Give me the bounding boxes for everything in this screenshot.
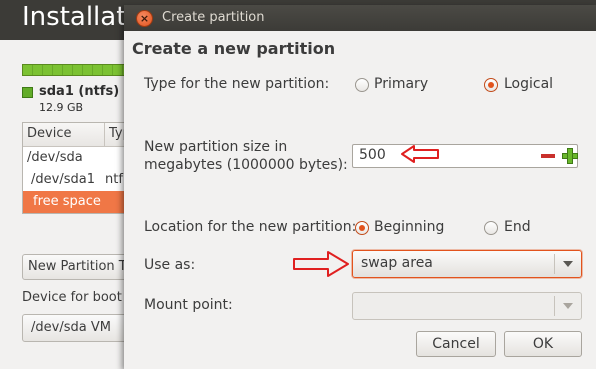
table-row[interactable]: /dev/sda: [23, 147, 131, 169]
disk-usage-bar: [22, 64, 132, 76]
dialog-title: Create partition: [162, 10, 265, 25]
row-device: /dev/sda1: [31, 172, 95, 187]
partition-table: Device Typ /dev/sda /dev/sda1 ntf free s…: [22, 122, 132, 214]
decrease-size-button[interactable]: [538, 146, 558, 166]
radio-primary[interactable]: [355, 78, 369, 92]
close-icon[interactable]: ×: [136, 10, 153, 27]
increase-size-button[interactable]: [560, 146, 580, 166]
partition-size-label-line2: megabytes (1000000 bytes):: [144, 157, 348, 173]
use-as-label: Use as:: [144, 257, 196, 273]
row-device: /dev/sda: [27, 150, 83, 165]
cancel-button[interactable]: Cancel: [416, 331, 496, 357]
dialog-titlebar: × Create partition: [124, 5, 596, 31]
radio-primary-label[interactable]: Primary: [374, 76, 428, 92]
ok-button[interactable]: OK: [504, 331, 582, 357]
dialog-heading: Create a new partition: [132, 39, 336, 58]
chevron-down-icon: [563, 303, 573, 309]
table-row-selected[interactable]: free space: [23, 191, 131, 213]
radio-beginning[interactable]: [355, 221, 369, 235]
partition-color-swatch: [22, 87, 33, 98]
partition-size: 12.9 GB: [39, 101, 84, 114]
partition-size-value: 500: [359, 147, 386, 163]
annotation-arrow-right-icon: [293, 251, 349, 277]
radio-end[interactable]: [484, 221, 498, 235]
mount-point-label: Mount point:: [144, 297, 233, 313]
combo-separator: [554, 254, 555, 274]
use-as-value: swap area: [361, 255, 433, 271]
bootloader-device-combo[interactable]: /dev/sda VM: [22, 314, 132, 342]
combo-separator: [554, 296, 555, 316]
column-header-device[interactable]: Device: [23, 123, 105, 147]
mount-point-combo[interactable]: [352, 292, 582, 320]
new-partition-button[interactable]: New Partition T: [22, 254, 132, 280]
create-partition-dialog: × Create partition Create a new partitio…: [124, 5, 596, 369]
plus-icon-center: [568, 154, 572, 158]
annotation-arrow-left-icon: [401, 145, 439, 163]
partition-name: sda1 (ntfs): [39, 84, 120, 99]
partition-size-label-line1: New partition size in: [144, 139, 288, 155]
partition-type-label: Type for the new partition:: [144, 76, 330, 92]
table-row[interactable]: /dev/sda1 ntf: [27, 169, 131, 191]
radio-logical[interactable]: [484, 78, 498, 92]
radio-end-label[interactable]: End: [504, 219, 531, 235]
use-as-combo[interactable]: swap area: [352, 250, 582, 278]
radio-logical-label[interactable]: Logical: [504, 76, 553, 92]
minus-icon: [541, 154, 555, 158]
partition-location-label: Location for the new partition:: [144, 219, 357, 235]
bootloader-label: Device for boot: [22, 290, 122, 305]
chevron-down-icon: [563, 261, 573, 267]
row-type: ntf: [105, 172, 123, 187]
row-device: free space: [33, 194, 101, 209]
radio-beginning-label[interactable]: Beginning: [374, 219, 444, 235]
